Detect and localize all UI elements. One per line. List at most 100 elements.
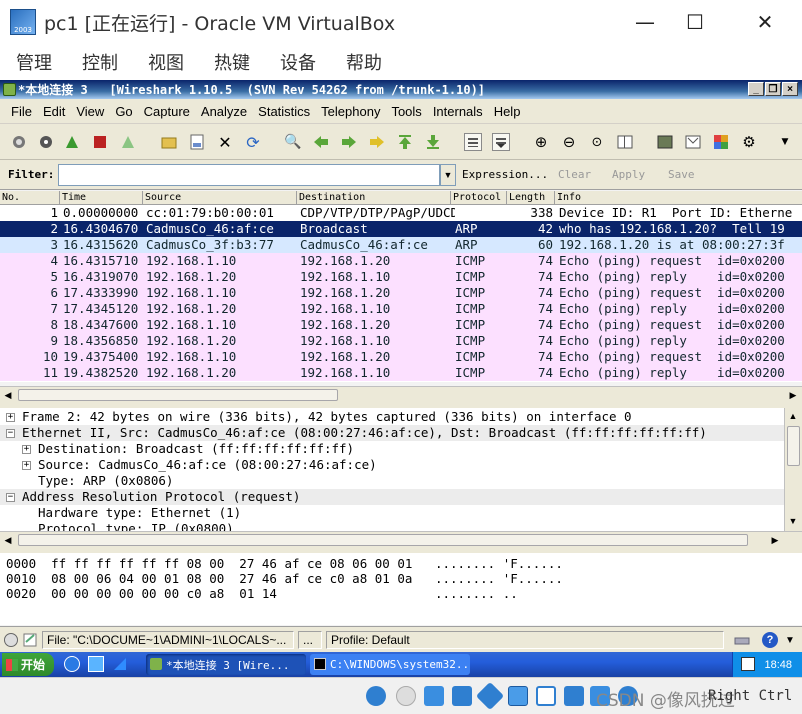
shared-folders-icon[interactable]	[508, 686, 528, 706]
scroll-right-icon[interactable]: ▶	[768, 533, 782, 547]
scroll-up-icon[interactable]: ▲	[786, 409, 800, 423]
expand-icon[interactable]: +	[22, 461, 31, 470]
details-scroll-thumb[interactable]	[787, 426, 800, 466]
column-no[interactable]: No.	[0, 191, 60, 205]
column-length[interactable]: Length	[507, 191, 555, 205]
scroll-left-icon[interactable]: ◀	[1, 388, 15, 402]
scroll-down-icon[interactable]: ▼	[786, 514, 800, 528]
scroll-left-icon[interactable]: ◀	[1, 533, 15, 547]
packet-row[interactable]: 5 16.4319070 192.168.1.20 192.168.1.10 I…	[0, 269, 802, 285]
save-filter-button[interactable]: Save	[668, 168, 695, 181]
column-info[interactable]: Info	[555, 191, 802, 205]
clear-button[interactable]: Clear	[558, 168, 591, 181]
column-protocol[interactable]: Protocol	[451, 191, 507, 205]
packet-row[interactable]: 2 16.4304670 CadmusCo_46:af:ce Broadcast…	[0, 221, 802, 237]
resize-columns-icon[interactable]	[616, 133, 634, 151]
expression-button[interactable]: Expression...	[462, 168, 548, 181]
wireshark-quicklaunch-icon[interactable]	[112, 656, 128, 672]
ie-quicklaunch-icon[interactable]	[64, 656, 80, 672]
packet-row[interactable]: 1 0.00000000 cc:01:79:b0:00:01 CDP/VTP/D…	[0, 205, 802, 221]
collapse-icon[interactable]: −	[6, 493, 15, 502]
display-filter-input[interactable]	[58, 164, 440, 186]
hdd-icon[interactable]	[366, 686, 386, 706]
minimize-button[interactable]: —	[622, 6, 668, 38]
go-to-packet-icon[interactable]	[368, 133, 386, 151]
menu-view[interactable]: View	[76, 104, 104, 119]
detail-line[interactable]: Destination: Broadcast (ff:ff:ff:ff:ff:f…	[38, 441, 354, 457]
menu-analyze[interactable]: Analyze	[201, 104, 247, 119]
zoom-in-icon[interactable]: ⊕	[532, 133, 550, 151]
go-back-icon[interactable]	[312, 133, 330, 151]
packet-list-hscrollbar[interactable]: ◀ ▶	[0, 386, 802, 402]
menu-file[interactable]: File	[11, 104, 32, 119]
packet-row[interactable]: 8 18.4347600 192.168.1.10 192.168.1.20 I…	[0, 317, 802, 333]
ws-restore-button[interactable]: ❐	[765, 82, 781, 96]
menu-edit[interactable]: Edit	[43, 104, 65, 119]
menu-help[interactable]: Help	[494, 104, 521, 119]
ws-minimize-button[interactable]: _	[748, 82, 764, 96]
taskbar-wireshark[interactable]: *本地连接 3 [Wire...	[146, 654, 306, 675]
close-file-icon[interactable]: ✕	[216, 133, 234, 152]
packet-row[interactable]: 10 19.4375400 192.168.1.10 192.168.1.20 …	[0, 349, 802, 365]
vbox-menu-view[interactable]: 视图	[148, 49, 184, 75]
detail-line[interactable]: Protocol type: IP (0x0800)	[38, 521, 234, 531]
save-file-icon[interactable]	[188, 133, 206, 151]
menu-statistics[interactable]: Statistics	[258, 104, 310, 119]
menu-go[interactable]: Go	[115, 104, 132, 119]
go-forward-icon[interactable]	[340, 133, 358, 151]
vbox-menu-hotkeys[interactable]: 热键	[214, 49, 250, 75]
detail-line[interactable]: Hardware type: Ethernet (1)	[38, 505, 241, 521]
detail-line[interactable]: Type: ARP (0x0806)	[38, 473, 173, 489]
vbox-menu-manage[interactable]: 管理	[16, 49, 52, 75]
help-icon[interactable]: ?	[762, 632, 778, 648]
scroll-thumb[interactable]	[18, 389, 338, 401]
menu-capture[interactable]: Capture	[144, 104, 190, 119]
colorize-list-icon[interactable]	[464, 133, 482, 151]
capture-comments-icon[interactable]	[22, 632, 38, 648]
packet-row[interactable]: 3 16.4315620 CadmusCo_3f:b3:77 CadmusCo_…	[0, 237, 802, 253]
scroll-right-icon[interactable]: ▶	[786, 388, 800, 402]
interfaces-icon[interactable]	[10, 133, 28, 151]
vbox-menu-devices[interactable]: 设备	[280, 49, 316, 75]
status-chevron-down-icon[interactable]: ▼	[782, 632, 798, 648]
restart-capture-icon[interactable]	[119, 133, 137, 151]
start-capture-icon[interactable]	[63, 133, 81, 151]
start-button[interactable]: 开始	[2, 653, 54, 676]
filter-dropdown-button[interactable]: ▼	[440, 164, 456, 186]
expand-icon[interactable]: +	[22, 445, 31, 454]
detail-line[interactable]: Address Resolution Protocol (request)	[22, 489, 300, 505]
expert-info-icon[interactable]	[4, 633, 18, 647]
optical-drive-icon[interactable]	[396, 686, 416, 706]
toolbar-overflow-icon[interactable]: ▼	[776, 133, 794, 151]
usb-icon[interactable]	[475, 681, 505, 711]
vbox-menu-control[interactable]: 控制	[82, 49, 118, 75]
scroll-thumb[interactable]	[18, 534, 748, 546]
details-hscrollbar[interactable]: ◀ ▶	[0, 531, 802, 547]
coloring-rules-icon[interactable]	[712, 133, 730, 151]
menu-telephony[interactable]: Telephony	[321, 104, 380, 119]
apply-button[interactable]: Apply	[612, 168, 645, 181]
capture-filters-icon[interactable]	[656, 133, 674, 151]
go-last-icon[interactable]	[424, 133, 442, 151]
packet-row[interactable]: 9 18.4356850 192.168.1.20 192.168.1.10 I…	[0, 333, 802, 349]
network-icon[interactable]	[452, 686, 472, 706]
zoom-out-icon[interactable]: ⊖	[560, 133, 578, 151]
preferences-icon[interactable]: ⚙	[740, 133, 758, 151]
go-first-icon[interactable]	[396, 133, 414, 151]
collapse-icon[interactable]: −	[6, 429, 15, 438]
status-profile[interactable]: Profile: Default	[326, 631, 724, 649]
clock[interactable]: 18:48	[764, 659, 792, 671]
detail-line[interactable]: Ethernet II, Src: CadmusCo_46:af:ce (08:…	[22, 425, 707, 441]
auto-scroll-icon[interactable]	[492, 133, 510, 151]
open-file-icon[interactable]	[160, 133, 178, 151]
recording-icon[interactable]	[564, 686, 584, 706]
zoom-normal-icon[interactable]: ⊙	[588, 133, 606, 151]
close-button[interactable]: ✕	[742, 6, 788, 38]
menu-tools[interactable]: Tools	[391, 104, 421, 119]
taskbar-cmd[interactable]: C:\WINDOWS\system32...	[310, 654, 470, 675]
packet-row[interactable]: 11 19.4382520 192.168.1.20 192.168.1.10 …	[0, 365, 802, 381]
vbox-menu-help[interactable]: 帮助	[346, 49, 382, 75]
tray-network-icon[interactable]	[741, 657, 755, 671]
maximize-button[interactable]: ☐	[672, 6, 718, 38]
menu-internals[interactable]: Internals	[433, 104, 483, 119]
